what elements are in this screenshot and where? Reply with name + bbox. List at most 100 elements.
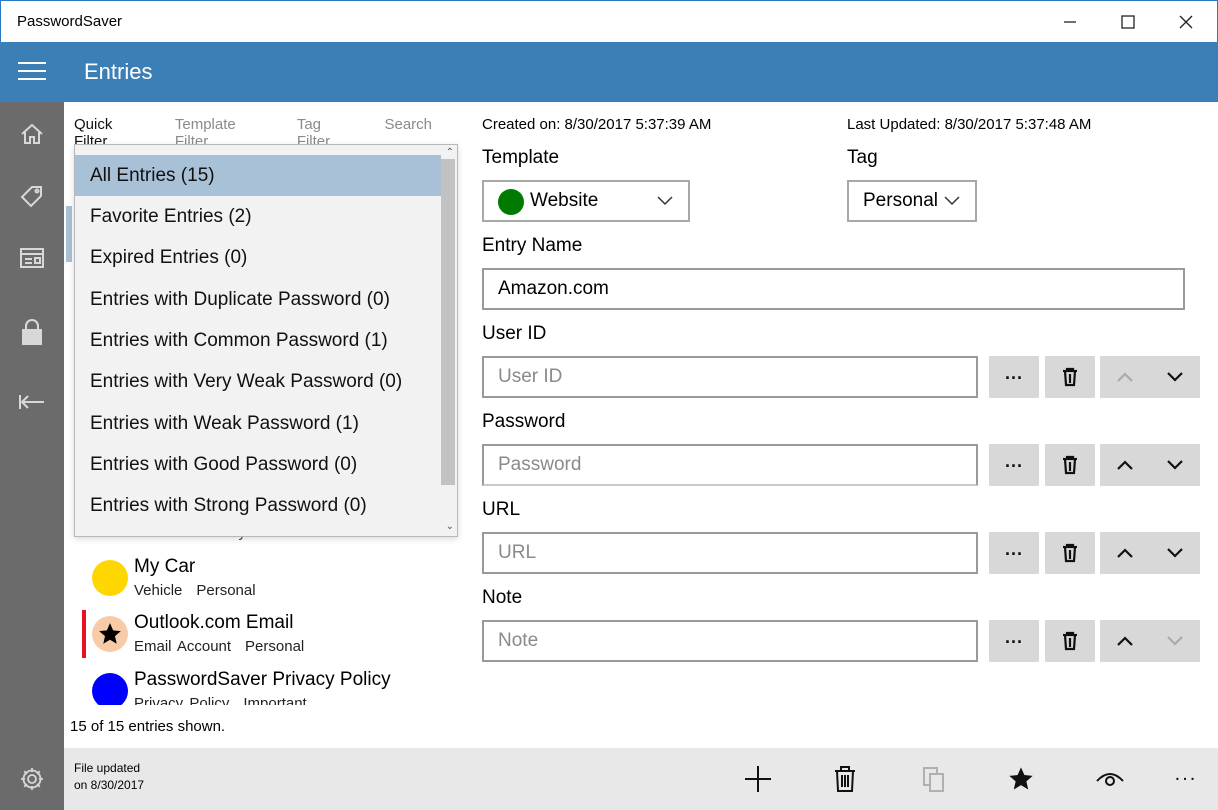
entry-name-input[interactable]: Amazon.com [482,268,1185,310]
url-input[interactable]: URL [482,532,978,574]
delete-icon [835,766,855,792]
tag-select[interactable]: Personal [847,180,977,222]
list-item[interactable]: PasswordSaver Privacy Policy Privacy Pol… [82,667,452,705]
updated-date: Last Updated: 8/30/2017 5:37:48 AM [847,116,1092,133]
delete-entry-button[interactable] [827,762,863,796]
url-more-button[interactable]: ... [989,532,1039,574]
selected-entry-indicator [66,206,72,262]
home-icon [21,123,43,144]
user-id-input[interactable]: User ID [482,356,978,398]
note-input[interactable]: Note [482,620,978,662]
title-bar: PasswordSaver [0,0,1218,42]
more-icon: ... [1174,762,1198,785]
chevron-down-icon [1167,460,1183,470]
file-status: File updated on 8/30/2017 [74,761,145,792]
url-delete-button[interactable] [1045,532,1095,574]
add-icon [745,766,771,792]
filter-option-strong[interactable]: Entries with Strong Password (0) [75,485,441,526]
side-nav [0,102,64,810]
user-id-more-button[interactable]: ... [989,356,1039,398]
filter-option-expired[interactable]: Expired Entries (0) [75,237,441,278]
entry-color-dot [92,673,128,705]
trash-icon [1063,367,1077,387]
entries-count: 15 of 15 entries shown. [70,718,226,735]
maximize-icon [1121,15,1135,29]
settings-button[interactable] [0,748,64,810]
chevron-up-icon [1117,548,1133,558]
entry-color-dot [92,616,128,652]
maximize-button[interactable] [1099,1,1157,43]
scroll-up-icon[interactable]: ⌃ [446,147,454,158]
copy-entry-button[interactable] [916,762,952,796]
add-entry-button[interactable] [740,762,776,796]
note-move-down-button[interactable] [1150,620,1200,662]
entry-meta: Vehicle Personal [134,582,256,599]
note-delete-button[interactable] [1045,620,1095,662]
chevron-up-icon [1117,460,1133,470]
more-icon: ... [1004,450,1023,471]
chevron-down-icon [657,196,673,206]
template-icon [20,248,44,268]
entry-name-label: Entry Name [482,235,583,256]
template-select[interactable]: Website [482,180,690,222]
password-move-up-button[interactable] [1100,444,1150,486]
copy-icon [923,767,944,792]
star-icon [99,623,121,644]
more-options-button[interactable]: ... [1168,762,1204,796]
quick-filter-dropdown[interactable]: All Entries (15) Favorite Entries (2) Ex… [74,144,458,537]
favorite-star-icon [1009,767,1033,790]
entry-meta: Email Account Personal [134,638,305,655]
entry-name: Outlook.com Email [134,612,294,633]
favorite-indicator [82,610,86,658]
trash-icon [1063,543,1077,563]
password-label: Password [482,411,566,432]
password-move-down-button[interactable] [1150,444,1200,486]
back-arrow-icon [19,395,44,409]
url-move-up-button[interactable] [1100,532,1150,574]
created-date: Created on: 8/30/2017 5:37:39 AM [482,116,712,133]
page-title: Entries [84,59,153,84]
user-id-label: User ID [482,323,547,344]
lock-icon [22,319,42,345]
entry-meta: Privacy Policy Important [134,695,307,705]
view-button[interactable] [1092,762,1128,796]
filter-option-duplicate[interactable]: Entries with Duplicate Password (0) [75,279,441,320]
favorite-button[interactable] [1003,762,1039,796]
tag-label: Tag [847,147,878,168]
url-move-down-button[interactable] [1150,532,1200,574]
tag-icon [20,186,42,208]
filter-option-good[interactable]: Entries with Good Password (0) [75,444,441,485]
chevron-up-icon [1117,636,1133,646]
password-delete-button[interactable] [1045,444,1095,486]
user-id-move-up-button[interactable] [1100,356,1150,398]
nav-home[interactable] [0,104,64,164]
filter-option-weak[interactable]: Entries with Weak Password (1) [75,403,441,444]
nav-tags[interactable] [0,166,64,226]
filter-option-very-weak[interactable]: Entries with Very Weak Password (0) [75,361,441,402]
nav-lock[interactable] [0,302,64,362]
nav-back[interactable] [0,372,64,432]
nav-templates[interactable] [0,228,64,288]
password-more-button[interactable]: ... [989,444,1039,486]
entry-detail-panel: Created on: 8/30/2017 5:37:39 AM Last Up… [462,102,1218,748]
close-button[interactable] [1157,1,1215,43]
filter-option-common[interactable]: Entries with Common Password (1) [75,320,441,361]
scroll-down-icon[interactable]: ⌄ [446,521,454,532]
list-item[interactable]: Outlook.com Email Email Account Personal [82,610,452,662]
password-input[interactable]: Password [482,444,978,486]
note-more-button[interactable]: ... [989,620,1039,662]
template-color-dot [498,189,524,215]
filter-option-favorite[interactable]: Favorite Entries (2) [75,196,441,237]
entry-color-dot [92,560,128,596]
minimize-button[interactable] [1041,1,1099,43]
hamburger-menu-icon[interactable] [18,62,46,82]
chevron-down-icon [944,196,960,206]
list-item[interactable]: My Car Vehicle Personal [82,554,452,606]
dropdown-scrollbar[interactable] [441,159,455,485]
note-move-up-button[interactable] [1100,620,1150,662]
user-id-move-down-button[interactable] [1150,356,1200,398]
filter-option-all[interactable]: All Entries (15) [75,155,441,196]
user-id-delete-button[interactable] [1045,356,1095,398]
close-icon [1179,15,1193,29]
chevron-down-icon [1167,548,1183,558]
